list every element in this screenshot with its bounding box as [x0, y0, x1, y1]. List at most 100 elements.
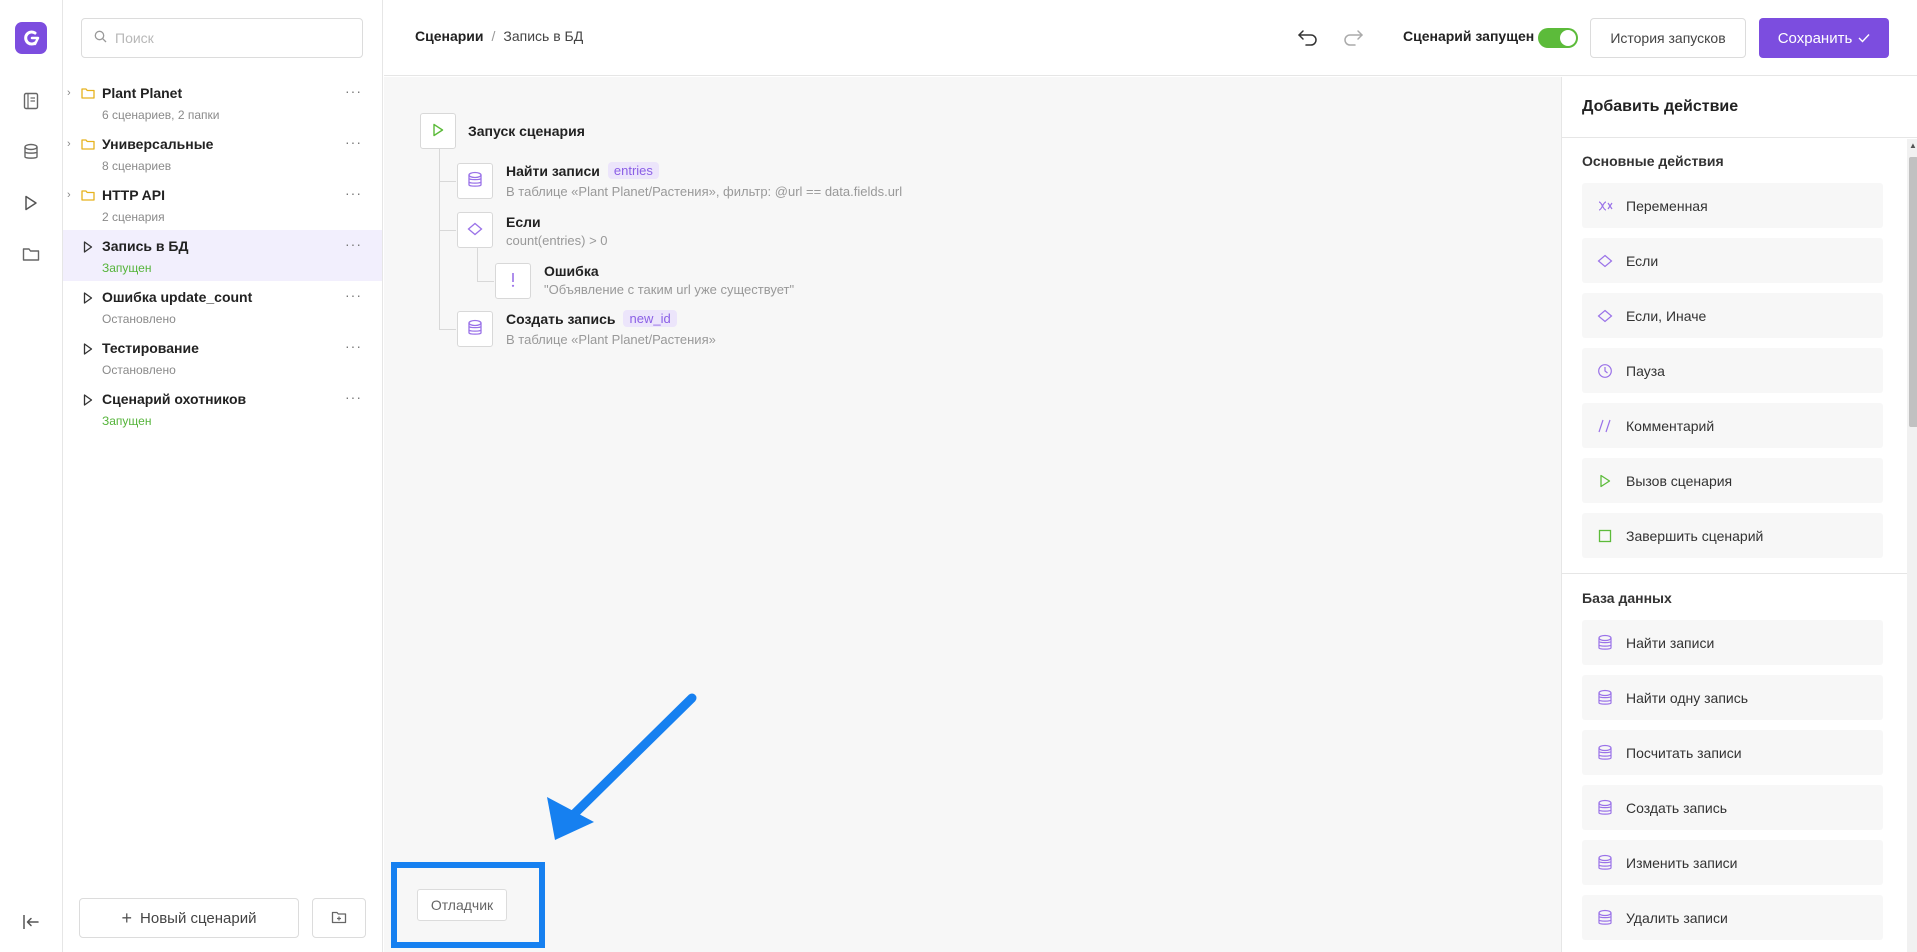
more-icon[interactable]: ··· — [345, 134, 362, 150]
undo-icon[interactable] — [1297, 26, 1319, 49]
diamond-icon — [1596, 307, 1614, 325]
files-folder-icon[interactable] — [21, 244, 41, 264]
folder-icon — [81, 188, 95, 204]
panel-scrollbar-thumb[interactable] — [1909, 157, 1917, 427]
action-label: Изменить записи — [1626, 854, 1738, 871]
breadcrumb: Сценарии / Запись в БД — [415, 28, 583, 44]
action-label: Пауза — [1626, 362, 1665, 379]
add-action-panel: Добавить действие Основные действия Пере… — [1561, 77, 1917, 952]
tree-item-name: Plant Planet — [102, 85, 183, 101]
tree-item-name: Сценарий охотников — [102, 391, 247, 407]
tree-item-status: Запущен — [102, 261, 152, 275]
toggle-knob — [1560, 30, 1576, 46]
tree-item-scenario[interactable]: Сценарий охотников Запущен ··· — [63, 383, 382, 434]
tree-item-name: HTTP API — [102, 187, 166, 203]
new-folder-button[interactable] — [312, 898, 366, 938]
search-box[interactable] — [81, 18, 363, 58]
play-icon — [1596, 472, 1614, 490]
tree-item-scenario[interactable]: Ошибка update_count Остановлено ··· — [63, 281, 382, 332]
database-icon — [1596, 909, 1614, 927]
running-toggle[interactable] — [1538, 28, 1578, 48]
action-update-records[interactable]: Изменить записи — [1582, 840, 1883, 885]
search-icon — [94, 30, 107, 46]
scenarios-play-icon[interactable] — [21, 193, 41, 213]
more-icon[interactable]: ··· — [345, 389, 362, 405]
database-icon — [1596, 799, 1614, 817]
running-status-label: Сценарий запущен — [1403, 28, 1535, 44]
tree-item-name: Ошибка update_count — [102, 289, 253, 305]
tree-item-folder[interactable]: › Plant Planet 6 сценариев, 2 папки ··· — [63, 77, 382, 128]
action-label: Переменная — [1626, 197, 1708, 214]
chevron-right-icon[interactable]: › — [67, 138, 71, 150]
scenario-canvas[interactable]: Запуск сценария Найти записи entries В т… — [384, 77, 1561, 952]
save-button[interactable]: Сохранить — [1759, 18, 1889, 58]
tree-item-subtitle: 8 сценариев — [102, 159, 172, 173]
action-delete-records[interactable]: Удалить записи — [1582, 895, 1883, 940]
scroll-up-icon[interactable]: ▲ — [1909, 141, 1917, 150]
chevron-right-icon[interactable]: › — [67, 87, 71, 99]
save-label: Сохранить — [1777, 29, 1853, 47]
more-icon[interactable]: ··· — [345, 338, 362, 354]
folder-icon — [81, 86, 95, 102]
action-if[interactable]: Если — [1582, 238, 1883, 283]
breadcrumb-root[interactable]: Сценарии — [415, 28, 484, 44]
tree-item-scenario[interactable]: Тестирование Остановлено ··· — [63, 332, 382, 383]
diamond-icon — [1596, 252, 1614, 270]
more-icon[interactable]: ··· — [345, 185, 362, 201]
database-actions-title: База данных — [1582, 590, 1672, 606]
tree-item-status: Остановлено — [102, 363, 176, 377]
panel-title: Добавить действие — [1582, 98, 1739, 115]
action-label: Завершить сценарий — [1626, 527, 1764, 544]
folder-plus-icon — [331, 910, 347, 927]
action-variable[interactable]: Переменная — [1582, 183, 1883, 228]
action-count-records[interactable]: Посчитать записи — [1582, 730, 1883, 775]
redo-icon[interactable] — [1342, 26, 1364, 49]
tree-item-scenario-active[interactable]: Запись в БД Запущен ··· — [63, 230, 382, 281]
plus-icon: + — [121, 907, 133, 928]
clock-icon — [1596, 362, 1614, 380]
chevron-right-icon[interactable]: › — [67, 189, 71, 201]
action-comment[interactable]: Комментарий — [1582, 403, 1883, 448]
action-label: Найти одну запись — [1626, 689, 1749, 706]
action-label: Создать запись — [1626, 799, 1727, 816]
docs-icon[interactable] — [21, 91, 41, 111]
play-icon — [83, 291, 93, 307]
run-history-button[interactable]: История запусков — [1590, 18, 1746, 58]
annotation-arrow-icon — [547, 693, 697, 840]
search-input[interactable] — [115, 30, 345, 46]
debugger-button[interactable]: Отладчик — [417, 889, 507, 921]
variable-icon — [1596, 197, 1614, 215]
action-label: Если, Иначе — [1626, 307, 1707, 324]
action-label: Найти записи — [1626, 634, 1715, 651]
breadcrumb-current: Запись в БД — [503, 28, 584, 44]
tree-item-status: Остановлено — [102, 312, 176, 326]
tree-item-subtitle: 2 сценария — [102, 210, 165, 224]
action-label: Вызов сценария — [1626, 472, 1733, 489]
divider — [1562, 573, 1907, 574]
logout-icon[interactable] — [21, 912, 41, 932]
folder-icon — [81, 137, 95, 153]
more-icon[interactable]: ··· — [345, 287, 362, 303]
action-pause[interactable]: Пауза — [1582, 348, 1883, 393]
more-icon[interactable]: ··· — [345, 236, 362, 252]
tree-item-folder[interactable]: › Универсальные 8 сценариев ··· — [63, 128, 382, 179]
more-icon[interactable]: ··· — [345, 83, 362, 99]
database-icon[interactable] — [21, 142, 41, 162]
play-icon — [83, 393, 93, 409]
play-icon — [83, 342, 93, 358]
action-find-records[interactable]: Найти записи — [1582, 620, 1883, 665]
tree-item-folder[interactable]: › HTTP API 2 сценария ··· — [63, 179, 382, 230]
app-logo[interactable] — [15, 22, 47, 54]
new-scenario-button[interactable]: + Новый сценарий — [79, 898, 299, 938]
stop-icon — [1596, 527, 1614, 545]
action-call-scenario[interactable]: Вызов сценария — [1582, 458, 1883, 503]
action-create-record[interactable]: Создать запись — [1582, 785, 1883, 830]
action-if-else[interactable]: Если, Иначе — [1582, 293, 1883, 338]
action-find-one-record[interactable]: Найти одну запись — [1582, 675, 1883, 720]
new-scenario-label: Новый сценарий — [140, 909, 257, 927]
app-rail — [0, 0, 63, 952]
tree-item-name: Тестирование — [102, 340, 199, 356]
scenario-sidebar: › Plant Planet 6 сценариев, 2 папки ··· … — [63, 0, 383, 952]
basic-actions-title: Основные действия — [1582, 153, 1724, 169]
action-end-scenario[interactable]: Завершить сценарий — [1582, 513, 1883, 558]
